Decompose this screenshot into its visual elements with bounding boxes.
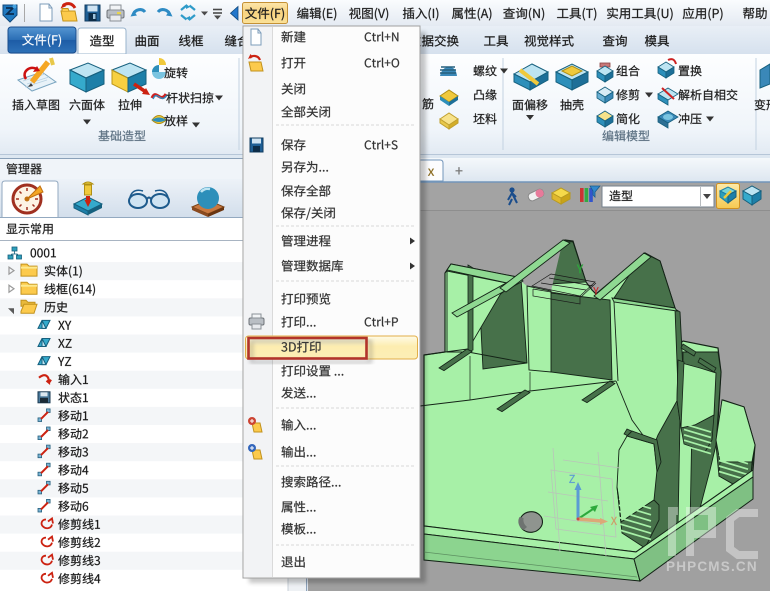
svg-text:PHPCMS.CN: PHPCMS.CN — [666, 559, 758, 574]
